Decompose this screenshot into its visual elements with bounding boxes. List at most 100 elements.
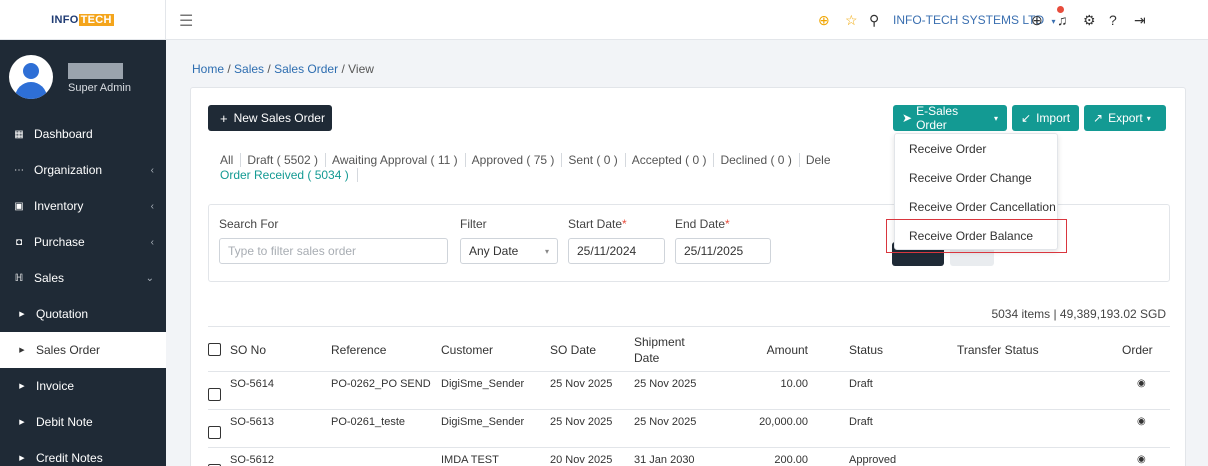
header-status[interactable]: Status (849, 343, 883, 357)
cell-customer: IMDA TEST (441, 454, 499, 466)
triangle-right-icon: ▶ (19, 383, 25, 390)
highlight-box (886, 219, 1067, 253)
cell-customer: DigiSme_Sender (441, 378, 525, 390)
header-customer[interactable]: Customer (441, 343, 493, 357)
eye-icon[interactable]: ◉ (1137, 454, 1146, 465)
grid-icon: ▦ (14, 128, 24, 140)
header-reference[interactable]: Reference (331, 343, 386, 357)
logo-bar: INFO TECH (0, 0, 166, 40)
plus-icon: + (220, 110, 228, 126)
gear-icon[interactable]: ⚙ (1083, 12, 1096, 29)
logo[interactable]: INFO TECH (51, 13, 114, 26)
tab-all[interactable]: All (220, 153, 242, 167)
header-amount[interactable]: Amount (765, 343, 808, 357)
tab-accepted[interactable]: Accepted ( 0 ) (632, 153, 715, 167)
search-icon[interactable]: ⚲ (869, 12, 879, 29)
tab-declined[interactable]: Declined ( 0 ) (720, 153, 800, 167)
cell-so-no[interactable]: SO-5613 (230, 416, 274, 428)
logo-text-2: TECH (78, 13, 114, 26)
cell-status: Approved (849, 454, 897, 466)
eye-icon[interactable]: ◉ (1137, 416, 1146, 427)
chevron-left-icon: ‹ (150, 200, 154, 212)
menu-item-receive-order-change[interactable]: Receive Order Change (909, 171, 1032, 185)
bell-icon[interactable]: ♫ (1057, 12, 1068, 28)
header-shipment-date[interactable]: Date (634, 351, 659, 365)
chevron-left-icon: ‹ (150, 164, 154, 176)
top-bar: ☰ ⊕ ☆ ⚲ INFO-TECH SYSTEMS LTD ▾ ⊕ ♫ ⚙ ? … (166, 0, 1208, 40)
tab-awaiting-approval[interactable]: Awaiting Approval ( 11 ) (332, 153, 466, 167)
tab-draft[interactable]: Draft ( 5502 ) (247, 153, 327, 167)
star-icon[interactable]: ☆ (845, 12, 858, 29)
import-button[interactable]: ↙ Import (1012, 105, 1079, 131)
header-transfer-status[interactable]: Transfer Status (957, 343, 1039, 357)
plus-circle-icon[interactable]: ⊕ (818, 12, 830, 29)
tab-sent[interactable]: Sent ( 0 ) (568, 153, 626, 167)
sales-order-table: SO No Reference Customer SO Date Shipmen… (208, 326, 1170, 466)
sidebar-item-purchase[interactable]: ◘ Purchase ‹ (0, 224, 166, 260)
start-date-input[interactable]: 25/11/2024 (568, 238, 665, 264)
cell-amount: 20,000.00 (759, 416, 808, 428)
sidebar-item-credit-notes[interactable]: ▶ Credit Notes (0, 440, 166, 466)
triangle-right-icon: ▶ (19, 311, 25, 318)
breadcrumb-home[interactable]: Home (192, 62, 224, 76)
cell-so-date: 20 Nov 2025 (550, 454, 613, 466)
table-header: SO No Reference Customer SO Date Shipmen… (208, 326, 1170, 372)
items-summary: 5034 items | 49,389,193.02 SGD (991, 307, 1166, 321)
select-all-checkbox[interactable] (208, 343, 221, 356)
logo-text-1: INFO (51, 13, 79, 26)
cell-so-no[interactable]: SO-5612 (230, 454, 274, 466)
breadcrumb-view: View (348, 62, 374, 76)
chevron-down-icon: ⌄ (145, 272, 154, 284)
tab-deleted[interactable]: Dele (806, 153, 838, 167)
cell-so-no[interactable]: SO-5614 (230, 378, 274, 390)
tab-order-received[interactable]: Order Received ( 5034 ) (220, 168, 358, 182)
row-checkbox[interactable] (208, 426, 221, 439)
breadcrumb-sales-order[interactable]: Sales Order (274, 62, 338, 76)
breadcrumb-sales[interactable]: Sales (234, 62, 264, 76)
end-date-input[interactable]: 25/11/2025 (675, 238, 771, 264)
sidebar: INFO TECH Super Admin ▦ Dashboard ⋯ Organiz… (0, 0, 166, 466)
export-button[interactable]: ↗ Export ▾ (1084, 105, 1166, 131)
filter-select[interactable]: Any Date ▾ (460, 238, 558, 264)
tab-approved[interactable]: Approved ( 75 ) (472, 153, 563, 167)
cell-shipment-date: 31 Jan 2030 (634, 454, 695, 466)
sidebar-item-inventory[interactable]: ▣ Inventory ‹ (0, 188, 166, 224)
table-row[interactable]: SO-5612 IMDA TEST 20 Nov 2025 31 Jan 203… (208, 448, 1170, 466)
triangle-right-icon: ▶ (19, 455, 25, 462)
header-so-date[interactable]: SO Date (550, 343, 596, 357)
sidebar-item-sales-order[interactable]: ▶ Sales Order (0, 332, 166, 368)
sidebar-item-invoice[interactable]: ▶ Invoice (0, 368, 166, 404)
sidebar-item-sales[interactable]: ℍ Sales ⌄ (0, 260, 166, 296)
end-date-label: End Date* (675, 217, 730, 231)
search-label: Search For (219, 217, 279, 231)
sidebar-item-quotation[interactable]: ▶ Quotation (0, 296, 166, 332)
status-tabs: All Draft ( 5502 ) Awaiting Approval ( 11 … (220, 153, 844, 167)
table-row[interactable]: SO-5613 PO-0261_teste DigiSme_Sender 25 … (208, 410, 1170, 448)
sidebar-item-organization[interactable]: ⋯ Organization ‹ (0, 152, 166, 188)
sidebar-item-debit-note[interactable]: ▶ Debit Note (0, 404, 166, 440)
search-input[interactable]: Type to filter sales order (219, 238, 448, 264)
start-date-label: Start Date* (568, 217, 627, 231)
menu-item-receive-order[interactable]: Receive Order (909, 142, 986, 156)
logout-icon[interactable]: ⇥ (1134, 12, 1146, 29)
globe-icon[interactable]: ⊕ (1031, 12, 1043, 29)
box-icon: ▣ (14, 200, 24, 212)
sidebar-item-dashboard[interactable]: ▦ Dashboard (0, 116, 166, 152)
help-icon[interactable]: ? (1109, 12, 1117, 28)
menu-item-receive-order-cancellation[interactable]: Receive Order Cancellation (909, 200, 1056, 214)
table-row[interactable]: SO-5614 PO-0262_PO SEND DigiSme_Sender 2… (208, 372, 1170, 410)
arrow-up-right-icon: ↗ (1093, 111, 1104, 125)
header-so-no[interactable]: SO No (230, 343, 266, 357)
user-profile: Super Admin (0, 40, 166, 116)
bag-icon: ◘ (15, 236, 23, 248)
header-shipment[interactable]: Shipment (634, 335, 685, 349)
hamburger-icon[interactable]: ☰ (179, 11, 193, 31)
e-sales-order-button[interactable]: ➤ E-Sales Order ▾ (893, 104, 1007, 132)
header-order[interactable]: Order (1122, 343, 1153, 357)
eye-icon[interactable]: ◉ (1137, 378, 1146, 389)
cart-icon: ℍ (14, 272, 24, 284)
new-sales-order-button[interactable]: + New Sales Order (208, 105, 332, 131)
caret-down-icon: ▾ (544, 246, 549, 256)
row-checkbox[interactable] (208, 388, 221, 401)
avatar[interactable] (9, 55, 53, 99)
